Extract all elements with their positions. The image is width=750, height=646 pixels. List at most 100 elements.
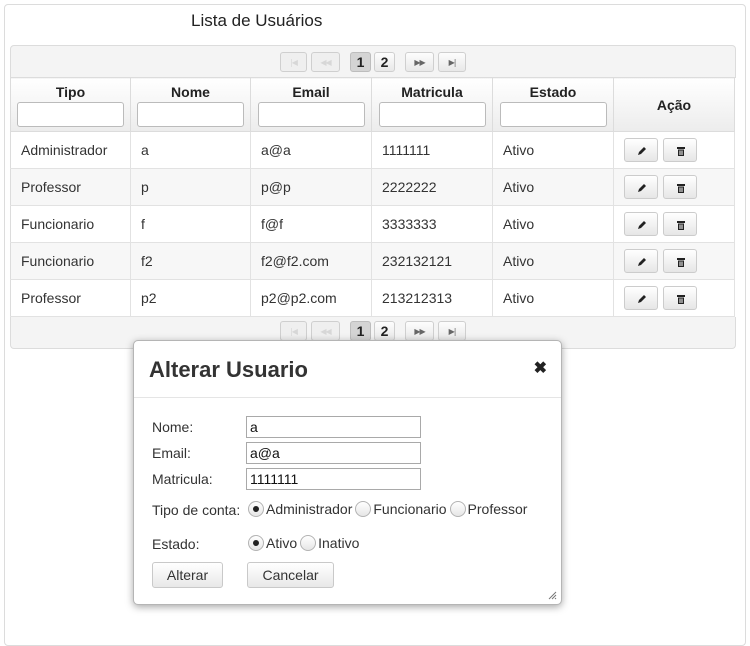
cell-tipo: Professor xyxy=(10,279,131,317)
radio-button[interactable] xyxy=(300,535,317,551)
table-header-row: Tipo Nome Email Matricula Estado Ação xyxy=(10,77,735,132)
email-input[interactable] xyxy=(246,442,421,464)
table-row: Administrador a a@a 1111111 Ativo xyxy=(10,131,735,169)
cell-email: f@f xyxy=(250,205,372,243)
radio-label: Administrador xyxy=(266,501,353,517)
delete-button[interactable] xyxy=(662,286,697,310)
column-label: Matricula xyxy=(401,84,463,100)
edit-button[interactable] xyxy=(624,138,658,162)
cell-nome: f xyxy=(130,205,251,243)
radio-option-professor[interactable]: Professor xyxy=(449,501,528,517)
next-page-icon: ▶▶ xyxy=(414,57,425,67)
pencil-icon xyxy=(638,221,646,229)
page-button-1[interactable]: 1 xyxy=(350,52,371,72)
edit-button[interactable] xyxy=(624,286,658,310)
prev-page-button[interactable]: ◀◀ xyxy=(311,52,340,72)
trash-icon xyxy=(676,184,685,193)
column-header-matricula: Matricula xyxy=(371,77,493,132)
cell-actions xyxy=(613,131,735,169)
last-page-button[interactable]: ▶| xyxy=(438,52,466,72)
cell-estado: Ativo xyxy=(492,131,614,169)
delete-button[interactable] xyxy=(662,138,697,162)
column-label: Email xyxy=(292,84,330,100)
delete-button[interactable] xyxy=(662,175,697,199)
radio-option-ativo[interactable]: Ativo xyxy=(248,535,297,551)
cancelar-button[interactable]: Cancelar xyxy=(247,562,334,588)
next-page-button[interactable]: ▶▶ xyxy=(405,321,434,341)
cell-estado: Ativo xyxy=(492,279,614,317)
matricula-input[interactable] xyxy=(246,468,421,490)
trash-icon xyxy=(676,258,685,267)
trash-icon xyxy=(676,221,685,230)
cell-matricula: 2222222 xyxy=(371,168,493,206)
edit-button[interactable] xyxy=(624,249,658,273)
filter-tipo-input[interactable] xyxy=(17,102,124,127)
page-title: Lista de Usuários xyxy=(191,11,323,30)
trash-icon xyxy=(676,147,685,156)
pencil-icon xyxy=(638,295,646,303)
filter-nome-input[interactable] xyxy=(137,102,244,127)
page-button-2[interactable]: 2 xyxy=(374,52,395,72)
column-label: Tipo xyxy=(55,84,86,100)
alterar-button[interactable]: Alterar xyxy=(152,562,223,588)
radio-button[interactable] xyxy=(449,501,466,517)
dialog-divider xyxy=(134,397,561,398)
cell-nome: p2 xyxy=(130,279,251,317)
column-header-estado: Estado xyxy=(492,77,614,132)
filter-estado-input[interactable] xyxy=(499,102,607,127)
cell-estado: Ativo xyxy=(492,168,614,206)
cell-matricula: 1111111 xyxy=(371,131,493,169)
users-table: Tipo Nome Email Matricula Estado Ação Ad… xyxy=(10,77,735,317)
radio-button[interactable] xyxy=(355,501,372,517)
radio-label: Funcionario xyxy=(373,501,447,517)
cell-nome: p xyxy=(130,168,251,206)
delete-button[interactable] xyxy=(662,212,697,236)
pencil-icon xyxy=(638,258,646,266)
radio-button[interactable] xyxy=(248,501,264,517)
edit-button[interactable] xyxy=(624,212,658,236)
first-page-icon: |◀ xyxy=(290,57,298,67)
nome-label: Nome: xyxy=(152,419,194,435)
resize-grip-icon[interactable] xyxy=(548,591,557,600)
prev-page-icon: ◀◀ xyxy=(320,57,331,67)
next-page-button[interactable]: ▶▶ xyxy=(405,52,434,72)
column-label: Nome xyxy=(171,84,210,100)
cell-matricula: 232132121 xyxy=(371,242,493,280)
nome-input[interactable] xyxy=(246,416,421,438)
prev-page-button[interactable]: ◀◀ xyxy=(311,321,340,341)
column-header-tipo: Tipo xyxy=(10,77,131,132)
estado-radio-group: Ativo Inativo xyxy=(248,535,362,551)
page-button-2[interactable]: 2 xyxy=(374,321,395,341)
last-page-button[interactable]: ▶| xyxy=(438,321,466,341)
filter-email-input[interactable] xyxy=(257,102,365,127)
radio-option-inativo[interactable]: Inativo xyxy=(300,535,359,551)
cell-estado: Ativo xyxy=(492,242,614,280)
last-page-icon: ▶| xyxy=(448,326,457,336)
cell-actions xyxy=(613,205,735,243)
first-page-icon: |◀ xyxy=(290,326,298,336)
radio-button[interactable] xyxy=(248,535,264,551)
filter-matricula-input[interactable] xyxy=(378,102,486,127)
cell-email: f2@f2.com xyxy=(250,242,372,280)
first-page-button[interactable]: |◀ xyxy=(280,321,307,341)
table-row: Professor p p@p 2222222 Ativo xyxy=(10,168,735,206)
radio-label: Professor xyxy=(467,501,528,517)
radio-option-administrador[interactable]: Administrador xyxy=(248,501,352,517)
matricula-label: Matricula: xyxy=(152,471,213,487)
cell-matricula: 3333333 xyxy=(371,205,493,243)
column-header-email: Email xyxy=(250,77,372,132)
dialog-title: Alterar Usuario xyxy=(149,357,308,382)
paginator-top: |◀ ◀◀ 1 2 ▶▶ ▶| xyxy=(10,45,736,78)
radio-option-funcionario[interactable]: Funcionario xyxy=(355,501,447,517)
close-icon[interactable]: ✖ xyxy=(534,358,547,378)
page-button-1[interactable]: 1 xyxy=(350,321,371,341)
table-row: Funcionario f2 f2@f2.com 232132121 Ativo xyxy=(10,242,735,280)
first-page-button[interactable]: |◀ xyxy=(280,52,307,72)
delete-button[interactable] xyxy=(662,249,697,273)
edit-button[interactable] xyxy=(624,175,658,199)
cell-tipo: Professor xyxy=(10,168,131,206)
cell-tipo: Funcionario xyxy=(10,205,131,243)
pencil-icon xyxy=(638,184,646,192)
column-label: Estado xyxy=(529,84,577,100)
prev-page-icon: ◀◀ xyxy=(320,326,331,336)
